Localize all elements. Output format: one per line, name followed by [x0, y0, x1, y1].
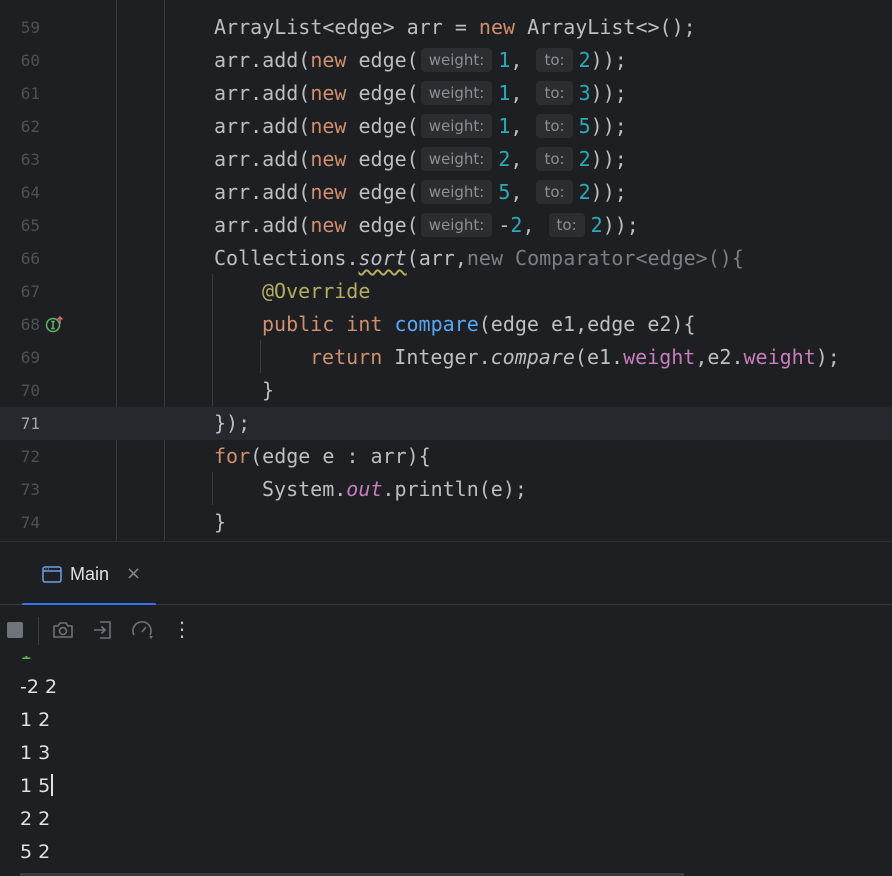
code-line[interactable]: 72 for(edge e : arr){: [0, 440, 892, 473]
console-line-text: 1 5: [20, 775, 51, 797]
console-line: 5 2: [20, 841, 51, 863]
code-text[interactable]: @Override: [262, 275, 370, 308]
close-icon[interactable]: ×: [126, 563, 141, 584]
code-line[interactable]: 67 @Override: [0, 275, 892, 308]
code-line[interactable]: 70 }: [0, 374, 892, 407]
param-hint: to:: [536, 81, 573, 105]
console-line: 1 2: [20, 709, 51, 731]
param-hint: weight:: [420, 147, 493, 171]
param-hint: to:: [548, 213, 585, 237]
code-text[interactable]: }: [262, 374, 274, 407]
code-line[interactable]: 60 arr.add(new edge(weight: 1, to: 2));: [0, 44, 892, 77]
code-line[interactable]: 64 arr.add(new edge(weight: 5, to: 2));: [0, 176, 892, 209]
line-number[interactable]: 72: [0, 440, 40, 473]
partial-line-above: ‘,: [118, 0, 158, 4]
run-tool-window-tabs: Main ×: [0, 541, 892, 606]
run-toolbar: ⋮: [0, 605, 892, 656]
param-hint: weight:: [420, 81, 493, 105]
code-text[interactable]: System.out.println(e);: [262, 473, 527, 506]
code-line-current[interactable]: 71 });: [0, 407, 892, 440]
code-text[interactable]: public int compare(edge e1,edge e2){: [262, 308, 696, 341]
line-number[interactable]: 60: [0, 44, 40, 77]
param-hint: to:: [536, 147, 573, 171]
code-line[interactable]: 62 arr.add(new edge(weight: 1, to: 5));: [0, 110, 892, 143]
param-hint: weight:: [420, 114, 493, 138]
code-text[interactable]: arr.add(new edge(weight: 1, to: 2));: [214, 44, 627, 77]
line-number[interactable]: 69: [0, 341, 40, 374]
console-line: 2 2: [20, 808, 51, 830]
line-number[interactable]: 68: [0, 308, 40, 341]
code-text[interactable]: for(edge e : arr){: [214, 440, 431, 473]
code-line[interactable]: 63 arr.add(new edge(weight: 2, to: 2));: [0, 143, 892, 176]
code-text[interactable]: arr.add(new edge(weight: 2, to: 2));: [214, 143, 627, 176]
code-line[interactable]: 66 Collections.sort(arr,new Comparator<e…: [0, 242, 892, 275]
code-line[interactable]: 69 return Integer.compare(e1.weight,e2.w…: [0, 341, 892, 374]
code-text[interactable]: arr.add(new edge(weight: 1, to: 3));: [214, 77, 627, 110]
tab-label: Main: [70, 564, 110, 584]
code-text[interactable]: });: [214, 407, 250, 440]
line-number[interactable]: 65: [0, 209, 40, 242]
code-text[interactable]: }: [214, 506, 226, 539]
param-hint: weight:: [420, 48, 493, 72]
code-text[interactable]: arr.add(new edge(weight: 1, to: 5));: [214, 110, 627, 143]
line-number[interactable]: 63: [0, 143, 40, 176]
line-number[interactable]: 71: [0, 407, 40, 440]
param-hint: weight:: [420, 180, 493, 204]
line-number[interactable]: 61: [0, 77, 40, 110]
clipped-output-line: 1: [20, 656, 32, 664]
toolbar-separator: [38, 617, 39, 645]
console-line-with-caret: 1 5: [20, 774, 54, 798]
code-editor[interactable]: ‘, 59 ArrayList<edge> arr = new ArrayLis…: [0, 0, 892, 541]
code-line[interactable]: 65 arr.add(new edge(weight: -2, to: 2));: [0, 209, 892, 242]
line-number[interactable]: 70: [0, 374, 40, 407]
console-line: 1 3: [20, 742, 51, 764]
code-line[interactable]: 74 }: [0, 506, 892, 539]
line-number[interactable]: 62: [0, 110, 40, 143]
code-text[interactable]: arr.add(new edge(weight: 5, to: 2));: [214, 176, 627, 209]
tab-main[interactable]: Main ×: [22, 542, 156, 606]
code-text[interactable]: Collections.sort(arr,new Comparator<edge…: [214, 242, 744, 275]
text-caret: [51, 774, 54, 796]
console-output[interactable]: 1 -2 2 1 2 1 3 1 5 2 2 5 2: [0, 656, 892, 876]
param-hint: to:: [536, 48, 573, 72]
code-line[interactable]: 68 public int compare(edge e1,edge e2){: [0, 308, 892, 341]
code-text[interactable]: return Integer.compare(e1.weight,e2.weig…: [310, 341, 840, 374]
exit-icon[interactable]: [91, 618, 115, 642]
code-line[interactable]: 59 ArrayList<edge> arr = new ArrayList<>…: [0, 11, 892, 44]
code-line[interactable]: 61 arr.add(new edge(weight: 1, to: 3));: [0, 77, 892, 110]
stop-icon[interactable]: [4, 618, 28, 642]
param-hint: to:: [536, 114, 573, 138]
param-hint: weight:: [420, 213, 493, 237]
line-number[interactable]: 73: [0, 473, 40, 506]
profiler-gauge-icon[interactable]: [130, 618, 154, 642]
line-number[interactable]: 67: [0, 275, 40, 308]
code-line[interactable]: 73 System.out.println(e);: [0, 473, 892, 506]
line-number[interactable]: 59: [0, 11, 40, 44]
line-number[interactable]: 64: [0, 176, 40, 209]
line-number[interactable]: 66: [0, 242, 40, 275]
code-text[interactable]: arr.add(new edge(weight: -2, to: 2));: [214, 209, 639, 242]
more-options-icon[interactable]: ⋮: [172, 617, 192, 641]
console-line: -2 2: [20, 676, 58, 698]
console-window-icon: [42, 566, 62, 583]
camera-icon[interactable]: [51, 618, 75, 642]
line-number[interactable]: 74: [0, 506, 40, 539]
code-text[interactable]: ArrayList<edge> arr = new ArrayList<>();: [214, 11, 696, 44]
implements-method-icon[interactable]: [45, 315, 63, 333]
param-hint: to:: [536, 180, 573, 204]
